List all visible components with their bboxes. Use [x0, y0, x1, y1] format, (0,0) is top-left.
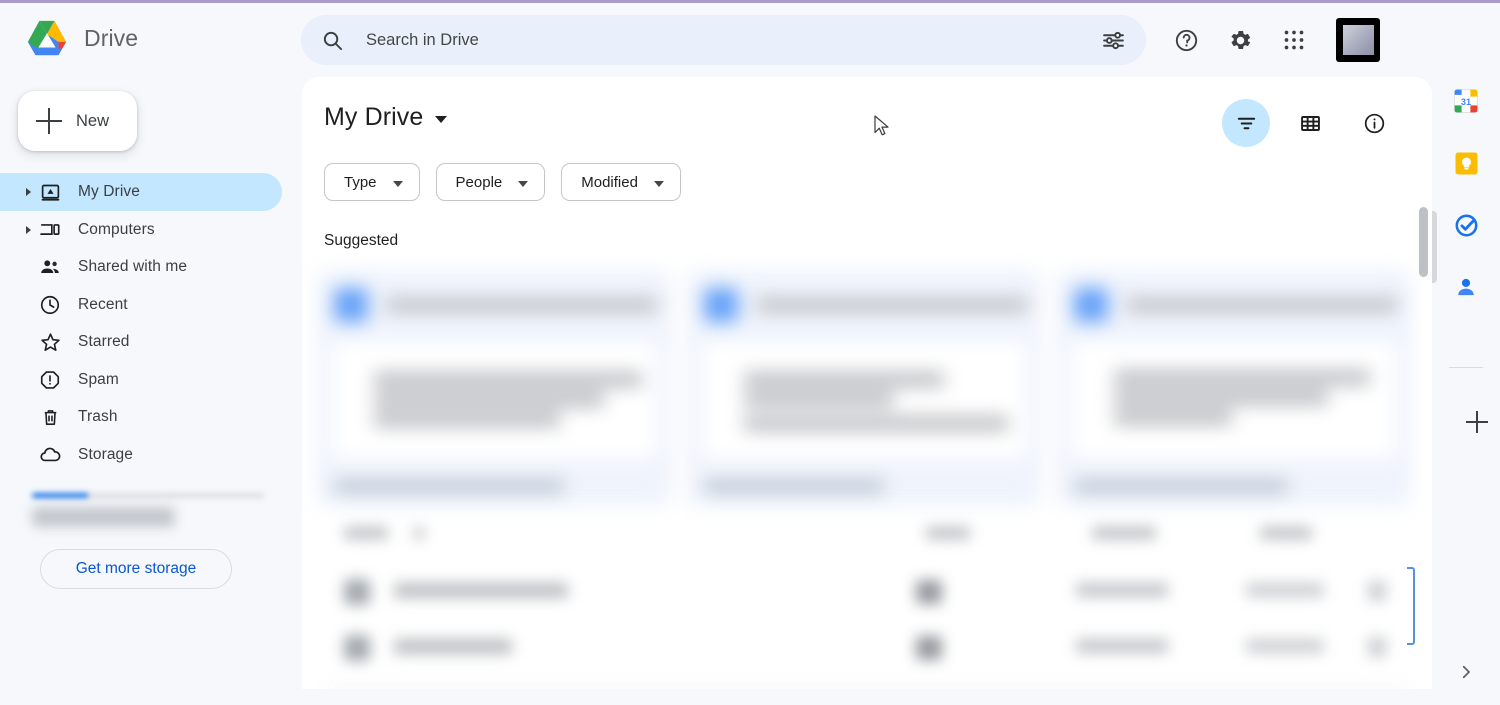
apps-grid-icon[interactable]	[1272, 18, 1316, 62]
grid-view-icon[interactable]	[1286, 99, 1334, 147]
chevron-down-icon	[392, 181, 403, 187]
filter-chip-people[interactable]: People	[435, 163, 546, 201]
suggested-card[interactable]	[686, 269, 1042, 507]
tune-icon[interactable]	[1089, 16, 1137, 64]
sidebar-item-shared-with-me[interactable]: Shared with me	[0, 248, 282, 286]
main-scrollbar-thumb[interactable]	[1419, 207, 1428, 277]
new-button[interactable]: New	[18, 91, 137, 151]
sidebar-item-label: Starred	[78, 333, 130, 350]
google-calendar-icon[interactable]: 31	[1448, 83, 1484, 119]
shared-with-me-icon	[38, 255, 62, 279]
sidebar-item-label: Computers	[78, 220, 155, 238]
chevron-down-icon	[435, 116, 448, 123]
sidebar-item-label: Spam	[78, 370, 119, 388]
clock-icon	[38, 293, 62, 317]
cloud-icon	[38, 443, 62, 467]
sidebar-item-recent[interactable]: Recent	[0, 286, 282, 324]
filter-chip-label: Modified	[581, 173, 638, 191]
drive-logo-icon	[24, 17, 70, 59]
add-icon[interactable]	[1448, 393, 1484, 429]
help-icon[interactable]	[1164, 18, 1208, 62]
sidebar-item-label: Recent	[78, 295, 128, 313]
sidebar-item-label: My Drive	[78, 183, 140, 200]
focus-outline	[1407, 567, 1415, 645]
top-bar-actions	[1164, 18, 1380, 62]
storage-usage-text	[32, 507, 262, 527]
google-tasks-icon[interactable]	[1448, 207, 1484, 243]
doc-icon	[1074, 288, 1108, 322]
brand-name: Drive	[84, 24, 139, 51]
computers-icon	[38, 218, 62, 242]
sidebar-item-label: Trash	[78, 408, 118, 425]
sidebar-item-storage[interactable]: Storage	[0, 436, 282, 474]
suggested-card[interactable]	[316, 269, 672, 507]
section-title: Suggested	[324, 232, 399, 249]
rail-app-list: 31	[1432, 83, 1500, 305]
filter-list-icon[interactable]	[1222, 99, 1270, 147]
sidebar-item-my-drive[interactable]: My Drive	[0, 173, 282, 211]
doc-icon	[704, 288, 738, 322]
filter-chip-label: People	[455, 173, 503, 191]
expand-caret-icon[interactable]	[26, 188, 31, 196]
get-more-storage-button[interactable]: Get more storage	[40, 549, 232, 589]
rail-divider	[1449, 367, 1483, 368]
table-row[interactable]	[316, 565, 1412, 617]
table-row[interactable]	[316, 621, 1412, 673]
page-title-dropdown[interactable]: My Drive	[324, 103, 448, 132]
main-toolbar	[1222, 99, 1398, 147]
filter-chip-modified[interactable]: Modified	[561, 163, 681, 201]
sidebar: New My Drive Computers Shared with me Re…	[0, 77, 300, 705]
gear-icon[interactable]	[1218, 18, 1262, 62]
side-panel-rail: 31	[1432, 3, 1500, 705]
brand[interactable]: Drive	[24, 17, 138, 59]
search-input[interactable]	[366, 30, 1089, 50]
filter-chip-label: Type	[344, 173, 377, 191]
chevron-down-icon	[653, 181, 664, 187]
sidebar-item-trash[interactable]: Trash	[0, 398, 282, 436]
spam-icon	[38, 368, 62, 392]
sidebar-item-label: Storage	[78, 445, 133, 463]
page-title: My Drive	[324, 103, 424, 131]
search-bar[interactable]	[301, 15, 1146, 65]
star-icon	[38, 330, 62, 354]
top-bar: Drive	[0, 3, 1440, 77]
sidebar-item-computers[interactable]: Computers	[0, 211, 282, 249]
my-drive-icon	[38, 180, 62, 204]
storage-progress-bar	[32, 493, 264, 498]
drive-app: Drive Search in Drive New My Drive Compu…	[0, 0, 1500, 705]
main-panel: My Drive Type People Modified Suggested	[302, 77, 1432, 689]
sidebar-item-spam[interactable]: Spam	[0, 361, 282, 399]
filter-chips: Type People Modified	[324, 163, 681, 201]
expand-caret-icon[interactable]	[26, 225, 31, 234]
chevron-right-icon[interactable]	[1448, 654, 1484, 690]
info-icon[interactable]	[1350, 99, 1398, 147]
google-keep-icon[interactable]	[1448, 145, 1484, 181]
filter-chip-type[interactable]: Type	[324, 163, 420, 201]
search-icon	[319, 27, 345, 53]
file-list	[316, 517, 1412, 687]
sidebar-item-label: Shared with me	[78, 258, 188, 275]
suggested-cards	[316, 269, 1412, 507]
new-button-label: New	[76, 111, 110, 130]
svg-text:31: 31	[1461, 97, 1471, 107]
avatar[interactable]	[1336, 18, 1380, 62]
file-list-header	[328, 525, 1412, 543]
suggested-card[interactable]	[1056, 269, 1412, 507]
sidebar-item-starred[interactable]: Starred	[0, 323, 282, 361]
google-contacts-icon[interactable]	[1448, 269, 1484, 305]
chevron-down-icon	[518, 181, 529, 187]
plus-icon	[36, 108, 62, 134]
trash-icon	[38, 405, 62, 429]
doc-icon	[334, 288, 368, 322]
